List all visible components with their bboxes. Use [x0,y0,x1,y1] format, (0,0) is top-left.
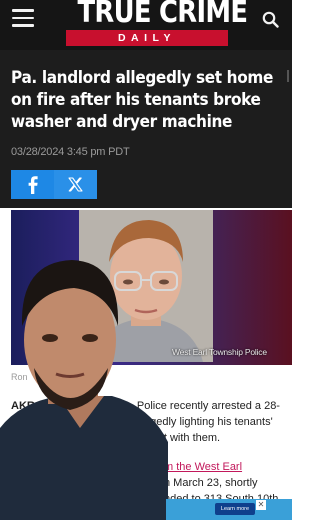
site-logo-title[interactable]: TRUE CRIME [77,0,248,31]
share-x-button[interactable] [54,170,97,199]
x-twitter-icon [68,177,83,192]
article-headline: Pa. landlord allegedly set home on fire … [11,68,273,132]
hamburger-menu-icon[interactable] [12,9,34,27]
site-logo-subtitle: DAILY [66,30,228,46]
photo-credit: West Earl Township Police [172,347,267,357]
paragraph-line-4: n March 23, shortly [164,477,258,489]
search-icon[interactable] [262,11,279,28]
presenter-video-overlay [0,252,168,520]
site-header: TRUE CRIME DAILY [0,0,292,50]
facebook-icon [28,175,38,194]
ad-close-icon[interactable]: ✕ [256,500,266,510]
share-facebook-button[interactable] [11,170,54,199]
article-date: 03/28/2024 3:45 pm PDT [11,146,130,158]
scroll-indicator[interactable] [287,70,289,82]
ad-learn-more-button[interactable]: Learn more [215,503,255,515]
police-department-link[interactable]: m the West Earl [164,461,242,473]
